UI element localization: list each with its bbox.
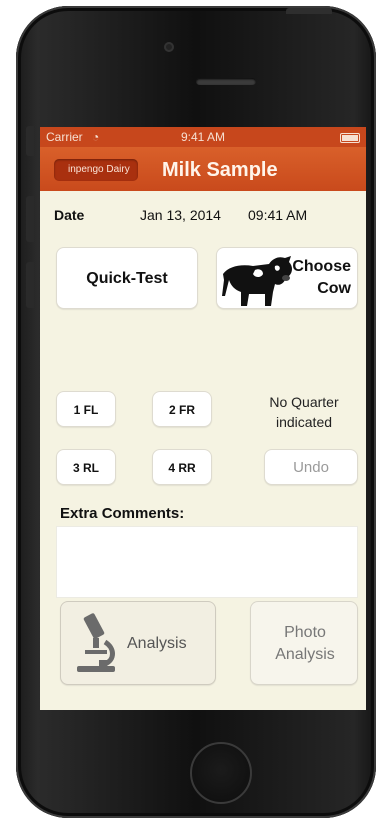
undo-button[interactable]: Undo xyxy=(264,449,358,485)
microscope-icon xyxy=(77,613,115,672)
power-button xyxy=(286,8,332,14)
front-camera xyxy=(164,42,174,52)
page-title: Milk Sample xyxy=(162,159,278,181)
extra-comments-field[interactable] xyxy=(56,526,358,598)
earpiece-speaker xyxy=(196,78,256,85)
time-value[interactable]: 09:41 AM xyxy=(248,207,307,223)
battery-icon xyxy=(340,133,360,143)
photo-analysis-button[interactable]: Photo Analysis xyxy=(250,601,358,685)
choose-cow-label-line1: Choose xyxy=(292,258,351,275)
volume-down-button xyxy=(26,262,34,308)
quarter-status: No Quarter indicated xyxy=(256,392,352,432)
quarter-2fr-button[interactable]: 2 FR xyxy=(152,391,212,427)
home-button[interactable] xyxy=(190,742,252,804)
quick-test-button[interactable]: Quick-Test xyxy=(56,247,198,309)
quarter-3rl-button[interactable]: 3 RL xyxy=(56,449,116,485)
status-bar: Carrier ◔ 9:41 AM xyxy=(40,127,366,147)
back-button[interactable]: inpengo Dairy xyxy=(54,159,138,181)
extra-comments-label: Extra Comments: xyxy=(60,505,185,522)
volume-up-button xyxy=(26,196,34,242)
mute-switch xyxy=(26,126,34,156)
photo-analysis-label-line1: Photo xyxy=(284,624,326,641)
quarter-status-line2: indicated xyxy=(275,414,333,430)
analysis-label: Analysis xyxy=(127,635,187,652)
date-label: Date xyxy=(54,207,85,223)
date-value[interactable]: Jan 13, 2014 xyxy=(140,207,221,223)
choose-cow-label: Choose Cow xyxy=(271,256,351,300)
choose-cow-label-line2: Cow xyxy=(317,280,351,297)
photo-analysis-label-line2: Analysis xyxy=(275,646,335,663)
quarter-1fl-button[interactable]: 1 FL xyxy=(56,391,116,427)
quarter-status-line1: No Quarter xyxy=(269,394,339,410)
navigation-bar: inpengo Dairy Milk Sample xyxy=(40,147,366,191)
status-time: 9:41 AM xyxy=(180,130,226,144)
quarter-4rr-button[interactable]: 4 RR xyxy=(152,449,212,485)
app-screen: Carrier ◔ 9:41 AM inpengo Dairy Milk Sam… xyxy=(40,127,366,710)
photo-analysis-label: Photo Analysis xyxy=(251,622,359,666)
analysis-button[interactable]: Analysis xyxy=(60,601,216,685)
choose-cow-button[interactable]: Choose Cow xyxy=(216,247,358,309)
